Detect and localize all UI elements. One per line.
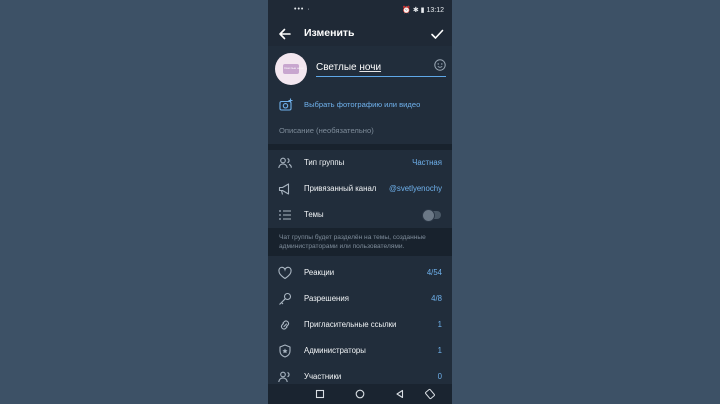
- emoji-icon[interactable]: [433, 58, 447, 72]
- group-type-label: Тип группы: [304, 158, 345, 167]
- group-info-section: Светлые ночи Светлые ночи Выбрать фотогр…: [268, 46, 452, 144]
- topics-icon: [279, 210, 291, 220]
- group-type-value: Частная: [412, 158, 442, 167]
- members-label: Участники: [304, 372, 342, 381]
- linked-channel-row[interactable]: Привязанный канал @svetlyenochy: [268, 176, 452, 202]
- lock-icon: [422, 209, 435, 222]
- back-arrow-icon[interactable]: [276, 25, 294, 43]
- megaphone-icon: [278, 183, 290, 195]
- topics-hint-box: Чат группы будет разделён на темы, созда…: [268, 228, 452, 256]
- shield-icon: [279, 344, 291, 358]
- reactions-label: Реакции: [304, 268, 335, 277]
- back-triangle-icon[interactable]: [394, 388, 406, 400]
- members-icon: [278, 371, 290, 383]
- avatar-text: Светлые ночи: [284, 66, 304, 70]
- reactions-value: 4/54: [426, 268, 442, 277]
- heart-icon: [278, 266, 292, 280]
- group-name-value: Светлые ночи: [316, 62, 381, 73]
- invite-links-value: 1: [437, 320, 442, 329]
- topics-label: Темы: [304, 210, 324, 219]
- group-settings-section: Тип группы Частная Привязанный канал @sv…: [268, 150, 452, 228]
- group-name-part1: Светлые: [316, 62, 360, 73]
- status-left-icons: ••• ·: [294, 6, 311, 13]
- add-photo-icon: [279, 98, 293, 111]
- set-photo-label: Выбрать фотографию или видео: [304, 100, 421, 109]
- group-name-field[interactable]: Светлые ночи: [316, 58, 447, 77]
- system-nav-bar: [268, 384, 452, 404]
- app-bar: Изменить: [268, 22, 452, 46]
- administrators-label: Администраторы: [304, 346, 366, 355]
- members-value: 0: [437, 372, 442, 381]
- invite-links-row[interactable]: Пригласительные ссылки 1: [268, 312, 452, 338]
- key-icon: [279, 292, 292, 305]
- home-circle-icon[interactable]: [354, 388, 366, 400]
- topics-toggle[interactable]: [422, 209, 441, 222]
- link-icon: [280, 320, 290, 330]
- linked-channel-label: Привязанный канал: [304, 184, 377, 193]
- administrators-value: 1: [437, 346, 442, 355]
- permissions-row[interactable]: Разрешения 4/8: [268, 286, 452, 312]
- set-photo-button[interactable]: Выбрать фотографию или видео: [268, 96, 452, 114]
- checkmark-icon[interactable]: [428, 25, 446, 43]
- recents-square-icon[interactable]: [314, 388, 326, 400]
- rotate-icon[interactable]: [424, 388, 436, 400]
- permissions-label: Разрешения: [304, 294, 349, 303]
- status-bar: ••• · ⏰ ✱ ▮ 13:12: [268, 0, 452, 22]
- group-avatar[interactable]: Светлые ночи: [275, 53, 307, 85]
- management-section: Реакции 4/54 Разрешения 4/8 Пригласитель…: [268, 256, 452, 386]
- administrators-row[interactable]: Администраторы 1: [268, 338, 452, 364]
- page-title: Изменить: [304, 27, 355, 39]
- invite-links-label: Пригласительные ссылки: [304, 320, 397, 329]
- topics-row[interactable]: Темы: [268, 202, 452, 228]
- linked-channel-value: @svetlyenochy: [389, 184, 442, 193]
- topics-hint: Чат группы будет разделён на темы, созда…: [279, 234, 426, 250]
- clock: 13:12: [426, 7, 444, 14]
- status-icons: ⏰ ✱ ▮: [402, 7, 427, 14]
- reactions-row[interactable]: Реакции 4/54: [268, 260, 452, 286]
- people-icon: [278, 157, 292, 169]
- phone-screen: ••• · ⏰ ✱ ▮ 13:12 Изменить Светлые ночи …: [268, 0, 452, 404]
- group-type-row[interactable]: Тип группы Частная: [268, 150, 452, 176]
- permissions-value: 4/8: [431, 294, 442, 303]
- group-name-part2: ночи: [359, 62, 382, 73]
- status-time: ⏰ ✱ ▮ 13:12: [402, 6, 444, 14]
- description-field[interactable]: Описание (необязательно): [279, 126, 374, 135]
